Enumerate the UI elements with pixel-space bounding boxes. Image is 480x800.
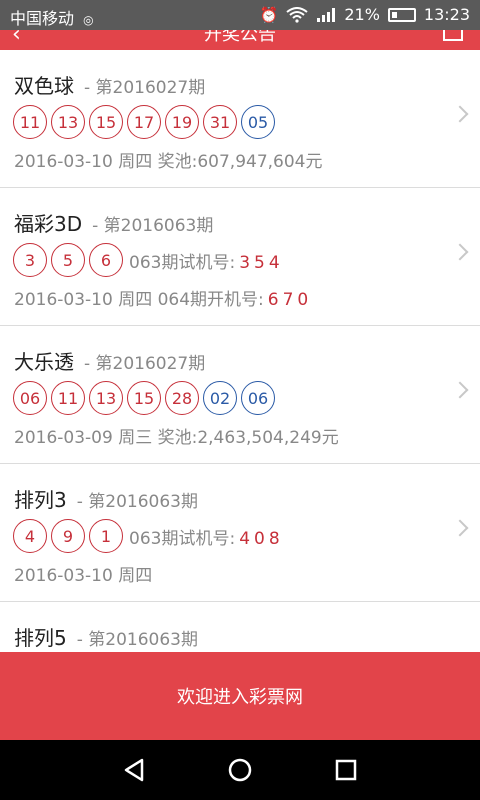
banner-text: 欢迎进入彩票网 [177,687,303,708]
alarm-icon: ⏰ [259,5,279,24]
lottery-item-ssq[interactable]: 双色球 - 第2016027期 11 13 15 17 19 31 05 2016… [0,50,480,188]
navigation-bar [0,740,480,800]
battery-icon [387,7,416,22]
jackpot: 奖池:607,947,604元 [157,152,323,172]
red-ball: 28 [165,381,199,415]
ball-row: 06 11 13 15 28 02 06 [13,381,275,415]
red-ball: 13 [89,381,123,415]
red-ball: 15 [89,105,123,139]
chevron-right-icon [451,381,469,399]
ball-row: 11 13 15 17 19 31 05 [13,105,275,139]
red-ball: 1 [89,519,123,553]
chevron-right-icon [451,243,469,261]
red-ball: 06 [13,381,47,415]
draw-weekday: 周三 [118,428,153,448]
trial-number: 063期试机号: 408 [129,524,284,549]
lottery-issue: - 第2016063期 [76,630,198,650]
red-ball: 31 [203,105,237,139]
page-title: 开奖公告 [204,30,276,45]
recents-square-icon[interactable] [330,754,362,786]
lottery-item-pl3[interactable]: 排列3 - 第2016063期 4 9 1 063期试机号: 408 2016-03… [0,464,480,602]
lottery-name: 福彩3D [14,212,83,236]
trial-label: 063期试机号: [129,528,236,549]
draw-date: 2016-03-10 [14,290,113,310]
draw-date: 2016-03-10 [14,152,113,172]
draw-date: 2016-03-10 [14,566,113,586]
lottery-name: 双色球 [14,74,74,98]
draw-meta: 2016-03-10 周四 064期开机号: 670 [14,285,312,310]
status-bar: 中国移动 ◎ ⏰ 21% 13:23 [0,0,480,30]
lottery-name: 排列3 [14,488,67,512]
trial-value: 408 [239,528,284,549]
menu-icon[interactable] [442,30,464,44]
draw-weekday: 周四 [118,566,153,586]
lottery-issue: - 第2016063期 [76,492,198,512]
trial-number: 063期试机号: 354 [129,248,284,273]
blue-ball: 02 [203,381,237,415]
draw-meta: 2016-03-09 周三 奖池:2,463,504,249元 [14,423,339,448]
next-draw-value: 670 [267,290,313,310]
red-ball: 19 [165,105,199,139]
lottery-issue: - 第2016027期 [84,354,206,374]
red-ball: 17 [127,105,161,139]
lottery-item-fc3d[interactable]: 福彩3D - 第2016063期 3 5 6 063期试机号: 354 2016-0… [0,188,480,326]
blue-ball: 06 [241,381,275,415]
lottery-list: 双色球 - 第2016027期 11 13 15 17 19 31 05 2016… [0,50,480,650]
red-ball: 9 [51,519,85,553]
chevron-right-icon [451,105,469,123]
blue-ball: 05 [241,105,275,139]
carrier-label: 中国移动 [10,9,75,28]
lottery-issue: - 第2016063期 [92,216,214,236]
clock: 13:23 [423,5,470,24]
draw-weekday: 周四 [118,152,153,172]
draw-meta: 2016-03-10 周四 [14,561,152,586]
draw-meta: 2016-03-10 周四 奖池:607,947,604元 [14,147,323,172]
lottery-name: 大乐透 [14,350,74,374]
red-ball: 11 [51,381,85,415]
red-ball: 5 [51,243,85,277]
next-draw-label: 064期开机号: [157,290,264,310]
red-ball: 15 [127,381,161,415]
ball-row: 3 5 6 063期试机号: 354 [13,243,284,277]
jackpot: 奖池:2,463,504,249元 [157,428,339,448]
chevron-right-icon [451,519,469,537]
draw-weekday: 周四 [118,290,153,310]
app-bar: ‹ 开奖公告 [0,30,480,50]
lottery-name: 排列5 [14,626,67,650]
battery-percent: 21% [344,5,380,24]
lottery-item-pl5[interactable]: 排列5 - 第2016063期 [0,602,480,650]
welcome-banner[interactable]: 欢迎进入彩票网 [0,652,480,740]
lottery-issue: - 第2016027期 [84,78,206,98]
red-ball: 11 [13,105,47,139]
trial-label: 063期试机号: [129,252,236,273]
back-triangle-icon[interactable] [118,754,150,786]
draw-date: 2016-03-09 [14,428,113,448]
lottery-item-dlt[interactable]: 大乐透 - 第2016027期 06 11 13 15 28 02 06 2016… [0,326,480,464]
ball-row: 4 9 1 063期试机号: 408 [13,519,284,553]
red-ball: 13 [51,105,85,139]
signal-extra-icon: ◎ [83,13,94,27]
red-ball: 6 [89,243,123,277]
cell-signal-icon [317,7,336,22]
home-circle-icon[interactable] [224,754,256,786]
wifi-icon [286,6,308,23]
red-ball: 4 [13,519,47,553]
red-ball: 3 [13,243,47,277]
trial-value: 354 [239,252,284,273]
